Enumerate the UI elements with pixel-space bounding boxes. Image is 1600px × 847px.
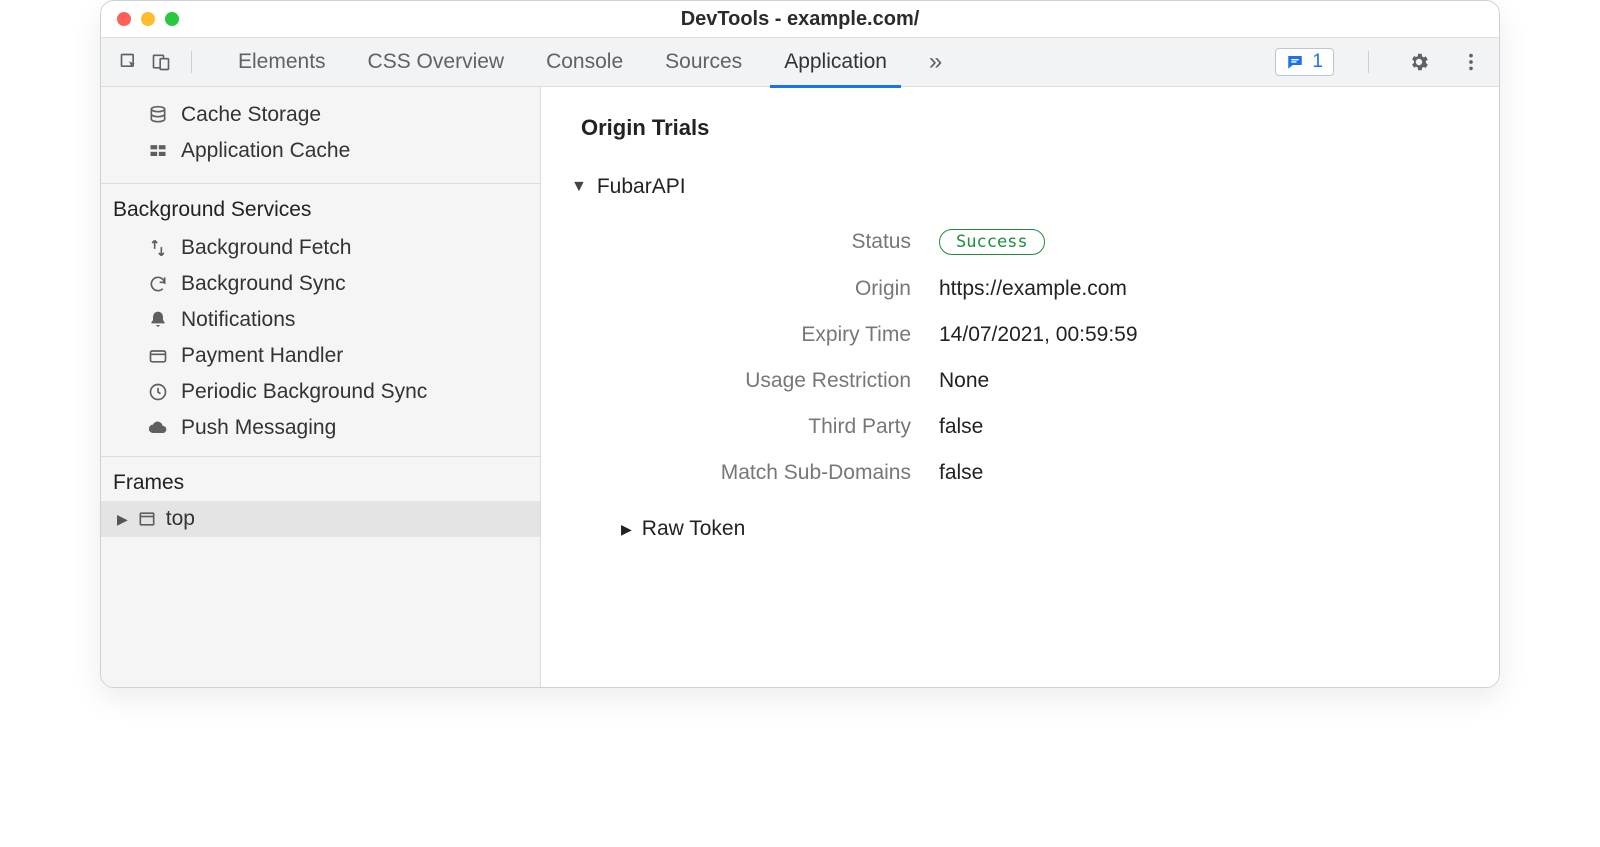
panel-body: Cache Storage Application Cache Backgrou… [101,87,1499,687]
label-origin: Origin [651,277,911,301]
expand-arrow-icon: ▶ [117,511,128,528]
sidebar-section-frames-title: Frames [101,457,540,501]
toolbar-right: 1 [1275,46,1487,78]
sync-icon [147,273,169,295]
main-toolbar: Elements CSS Overview Console Sources Ap… [101,37,1499,87]
panel-tabs: Elements CSS Overview Console Sources Ap… [238,37,1275,87]
label-match-subdomains: Match Sub-Domains [651,461,911,485]
triangle-right-icon: ▶ [621,521,632,538]
origin-trials-panel: Origin Trials ▼ FubarAPI Status Success … [541,87,1499,687]
status-chip: Success [939,229,1045,255]
sidebar-item-label: Application Cache [181,139,350,163]
titlebar: DevTools - example.com/ [101,1,1499,37]
sidebar-item-label: top [166,507,195,531]
sidebar-item-label: Notifications [181,308,295,332]
tab-css-overview[interactable]: CSS Overview [368,37,505,87]
cloud-icon [147,417,169,439]
sidebar-item-notifications[interactable]: Notifications [101,302,540,338]
issues-count: 1 [1312,51,1323,73]
sidebar-item-periodic-background-sync[interactable]: Periodic Background Sync [101,374,540,410]
database-icon [147,104,169,126]
close-window-button[interactable] [117,12,131,26]
trial-name: FubarAPI [597,175,686,199]
value-origin: https://example.com [939,277,1459,301]
sidebar-item-label: Periodic Background Sync [181,380,427,404]
panel-heading: Origin Trials [581,115,1459,141]
label-status: Status [651,230,911,254]
toolbar-separator-2 [1368,51,1369,73]
sidebar-item-label: Payment Handler [181,344,343,368]
sidebar-section-title: Background Services [101,198,540,230]
maximize-window-button[interactable] [165,12,179,26]
tab-sources[interactable]: Sources [665,37,742,87]
more-tabs-button[interactable]: » [929,37,942,87]
device-toolbar-icon[interactable] [145,46,177,78]
application-sidebar: Cache Storage Application Cache Backgrou… [101,87,541,687]
settings-icon[interactable] [1403,46,1435,78]
issues-badge[interactable]: 1 [1275,48,1334,76]
minimize-window-button[interactable] [141,12,155,26]
tab-console[interactable]: Console [546,37,623,87]
tab-application[interactable]: Application [784,37,887,87]
credit-card-icon [147,345,169,367]
sidebar-item-label: Background Sync [181,272,346,296]
sidebar-item-background-fetch[interactable]: Background Fetch [101,230,540,266]
inspect-element-icon[interactable] [113,46,145,78]
label-third-party: Third Party [651,415,911,439]
value-match-subdomains: false [939,461,1459,485]
sidebar-item-cache-storage[interactable]: Cache Storage [101,97,540,133]
toolbar-separator [191,51,192,73]
bell-icon [147,309,169,331]
devtools-window: DevTools - example.com/ Elements CSS Ove… [100,0,1500,688]
fetch-icon [147,237,169,259]
trial-disclosure[interactable]: ▼ FubarAPI [571,175,1459,199]
kebab-menu-icon[interactable] [1455,46,1487,78]
frame-icon [136,508,158,530]
sidebar-item-label: Push Messaging [181,416,336,440]
sidebar-item-payment-handler[interactable]: Payment Handler [101,338,540,374]
trial-details: Status Success Origin https://example.co… [651,229,1459,485]
sidebar-item-label: Background Fetch [181,236,351,260]
sidebar-item-background-sync[interactable]: Background Sync [101,266,540,302]
sidebar-item-frame-top[interactable]: ▶ top [101,501,540,537]
clock-icon [147,381,169,403]
traffic-lights [101,12,179,26]
triangle-down-icon: ▼ [571,178,587,196]
raw-token-disclosure[interactable]: ▶ Raw Token [621,517,1459,541]
message-icon [1286,53,1304,71]
sidebar-item-application-cache[interactable]: Application Cache [101,133,540,169]
raw-token-label: Raw Token [642,517,746,541]
value-expiry: 14/07/2021, 00:59:59 [939,323,1459,347]
tab-elements[interactable]: Elements [238,37,326,87]
sidebar-item-push-messaging[interactable]: Push Messaging [101,410,540,446]
value-usage-restriction: None [939,369,1459,393]
sidebar-item-label: Cache Storage [181,103,321,127]
sidebar-section-background-services: Background Services Background Fetch [101,183,540,457]
value-third-party: false [939,415,1459,439]
window-title: DevTools - example.com/ [101,8,1499,31]
label-expiry: Expiry Time [651,323,911,347]
label-usage-restriction: Usage Restriction [651,369,911,393]
grid-icon [147,140,169,162]
